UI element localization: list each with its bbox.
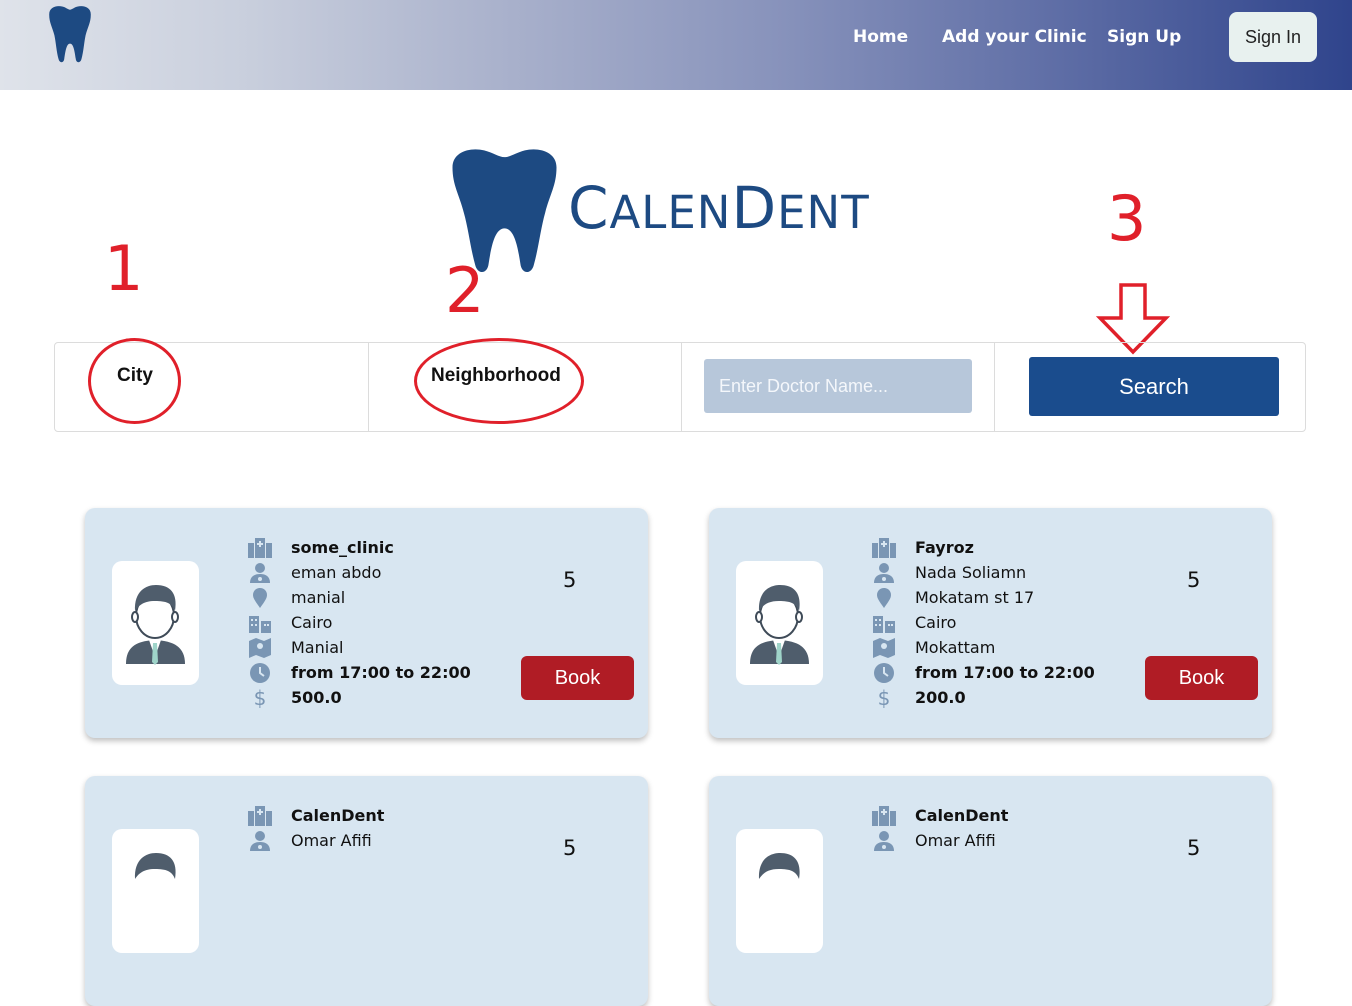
clinic-address: Mokatam st 17 <box>915 588 1035 607</box>
book-button[interactable]: Book <box>521 656 634 700</box>
brand-letter-d: D <box>731 174 778 242</box>
doctor-avatar <box>736 829 823 953</box>
city-buildings-icon <box>247 612 273 634</box>
clinic-neighborhood: Manial <box>291 638 344 657</box>
clinic-price: 500.0 <box>291 688 342 707</box>
tooth-icon[interactable] <box>44 5 96 65</box>
city-row: Cairo <box>871 610 956 635</box>
doctor-icon <box>247 562 273 584</box>
clinic-hours: from 17:00 to 22:00 <box>291 663 471 682</box>
hospital-icon <box>871 537 897 559</box>
city-buildings-icon <box>871 612 897 634</box>
clinic-name-row: CalenDent <box>247 803 384 828</box>
doctor-icon <box>871 830 897 852</box>
clinic-hours: from 17:00 to 22:00 <box>915 663 1095 682</box>
signin-button[interactable]: Sign In <box>1229 12 1317 62</box>
doctor-avatar-icon <box>758 853 800 879</box>
clinic-card: Fayroz Nada Soliamn Mokatam st 17 Cairo … <box>709 508 1272 738</box>
doctor-name-row: Nada Soliamn <box>871 560 1026 585</box>
address-row: Mokatam st 17 <box>871 585 1034 610</box>
hospital-icon <box>871 805 897 827</box>
clinic-rating: 5 <box>1187 568 1201 592</box>
book-button[interactable]: Book <box>1145 656 1258 700</box>
clinic-address: manial <box>291 588 346 607</box>
doctor-name: eman abdo <box>291 563 382 582</box>
hours-row: from 17:00 to 22:00 <box>247 660 471 685</box>
doctor-icon <box>871 562 897 584</box>
annotation-number-2: 2 <box>445 254 485 327</box>
annotation-circle-neighborhood <box>414 338 584 424</box>
doctor-name: Omar Afifi <box>291 831 372 850</box>
doctor-name-input[interactable] <box>704 359 972 413</box>
clinic-neighborhood: Mokattam <box>915 638 996 657</box>
doctor-name-row: Omar Afifi <box>871 828 996 853</box>
annotation-circle-city <box>88 338 181 424</box>
nav-home-link[interactable]: Home <box>853 27 908 47</box>
clock-icon <box>871 662 897 684</box>
neighborhood-row: Mokattam <box>871 635 995 660</box>
price-row: $ 500.0 <box>247 685 342 710</box>
clock-icon <box>247 662 273 684</box>
annotation-number-3: 3 <box>1107 182 1147 255</box>
neighborhood-row: Manial <box>247 635 343 660</box>
doctor-name: Nada Soliamn <box>915 563 1027 582</box>
brand-letters-ent: ENT <box>777 186 870 239</box>
nav-add-clinic-link[interactable]: Add your Clinic <box>942 27 1087 47</box>
clinic-city: Cairo <box>291 613 333 632</box>
clinic-name-row: Fayroz <box>871 535 974 560</box>
annotation-number-1: 1 <box>104 232 144 305</box>
hours-row: from 17:00 to 22:00 <box>871 660 1095 685</box>
brand-letters-alen: ALEN <box>609 186 732 239</box>
clinic-card: CalenDent Omar Afifi 5 <box>85 776 648 1006</box>
clinic-name: Fayroz <box>915 538 974 557</box>
doctor-avatar <box>112 829 199 953</box>
search-button[interactable]: Search <box>1029 357 1279 416</box>
clinic-name: some_clinic <box>291 538 394 557</box>
clinic-city: Cairo <box>915 613 957 632</box>
clinic-name-row: CalenDent <box>871 803 1008 828</box>
location-pin-icon <box>871 587 897 609</box>
doctor-avatar-icon <box>134 853 176 879</box>
clinic-name: CalenDent <box>915 806 1009 825</box>
doctor-avatar <box>736 561 823 685</box>
clinic-card: some_clinic eman abdo manial Cairo Mania… <box>85 508 648 738</box>
doctor-avatar <box>112 561 199 685</box>
doctor-name-row: Omar Afifi <box>247 828 372 853</box>
clinic-name: CalenDent <box>291 806 385 825</box>
hospital-icon <box>247 537 273 559</box>
clinic-rating: 5 <box>563 836 577 860</box>
city-row: Cairo <box>247 610 332 635</box>
map-icon <box>247 637 273 659</box>
clinic-card: CalenDent Omar Afifi 5 <box>709 776 1272 1006</box>
doctor-name-row: eman abdo <box>247 560 381 585</box>
clinic-rating: 5 <box>1187 836 1201 860</box>
clinic-price: 200.0 <box>915 688 966 707</box>
doctor-avatar-icon <box>750 585 809 665</box>
clinic-name-row: some_clinic <box>247 535 394 560</box>
map-icon <box>871 637 897 659</box>
doctor-avatar-icon <box>126 585 185 665</box>
address-row: manial <box>247 585 345 610</box>
brand-wordmark: CALENDENT <box>568 174 870 242</box>
hospital-icon <box>247 805 273 827</box>
navbar: Home Add your Clinic Sign Up Sign In <box>0 0 1352 90</box>
brand-letter-c: C <box>568 174 610 242</box>
dollar-icon: $ <box>877 685 891 710</box>
doctor-name: Omar Afifi <box>915 831 996 850</box>
price-row: $ 200.0 <box>871 685 966 710</box>
clinic-rating: 5 <box>563 568 577 592</box>
nav-signup-link[interactable]: Sign Up <box>1107 27 1181 47</box>
doctor-icon <box>247 830 273 852</box>
dollar-icon: $ <box>253 685 267 710</box>
location-pin-icon <box>247 587 273 609</box>
